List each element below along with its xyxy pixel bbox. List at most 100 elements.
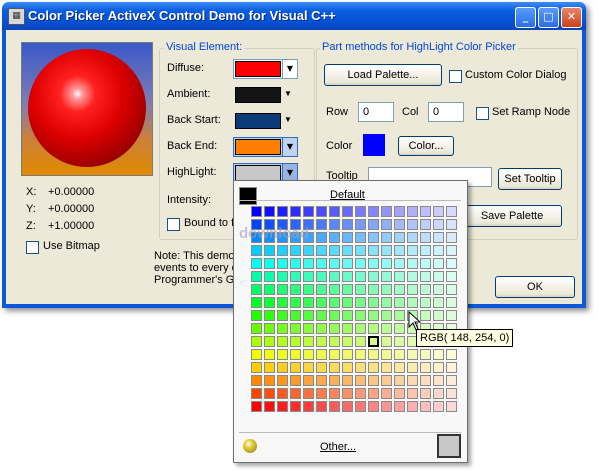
- color-cell[interactable]: [251, 258, 262, 269]
- color-cell[interactable]: [381, 206, 392, 217]
- color-cell[interactable]: [251, 206, 262, 217]
- minimize-button[interactable]: _: [515, 7, 536, 28]
- color-cell[interactable]: [407, 284, 418, 295]
- color-cell[interactable]: [420, 362, 431, 373]
- color-cell[interactable]: [355, 323, 366, 334]
- color-cell[interactable]: [381, 219, 392, 230]
- color-cell[interactable]: [303, 310, 314, 321]
- color-cell[interactable]: [381, 362, 392, 373]
- color-cell[interactable]: [355, 232, 366, 243]
- color-cell[interactable]: [446, 362, 457, 373]
- color-cell[interactable]: [329, 323, 340, 334]
- color-cell[interactable]: [303, 388, 314, 399]
- color-cell[interactable]: [446, 219, 457, 230]
- default-color-swatch[interactable]: [239, 187, 257, 205]
- color-cell[interactable]: [420, 401, 431, 412]
- color-cell[interactable]: [342, 349, 353, 360]
- color-cell[interactable]: [316, 310, 327, 321]
- back-start-dropdown-arrow[interactable]: ▼: [284, 115, 292, 124]
- color-cell[interactable]: [433, 349, 444, 360]
- color-cell[interactable]: [394, 284, 405, 295]
- color-cell[interactable]: [446, 206, 457, 217]
- color-cell[interactable]: [290, 375, 301, 386]
- color-cell[interactable]: [355, 388, 366, 399]
- color-cell[interactable]: [277, 258, 288, 269]
- color-cell[interactable]: [290, 349, 301, 360]
- color-cell[interactable]: [407, 219, 418, 230]
- color-cell[interactable]: [433, 258, 444, 269]
- color-cell[interactable]: [316, 206, 327, 217]
- color-cell[interactable]: [368, 245, 379, 256]
- color-cell[interactable]: [368, 297, 379, 308]
- color-cell[interactable]: [251, 310, 262, 321]
- color-cell[interactable]: [316, 258, 327, 269]
- color-cell[interactable]: [316, 232, 327, 243]
- color-button[interactable]: Color...: [398, 136, 454, 156]
- color-cell[interactable]: [394, 336, 405, 347]
- color-cell[interactable]: [342, 401, 353, 412]
- color-cell[interactable]: [303, 375, 314, 386]
- color-cell[interactable]: [394, 362, 405, 373]
- color-cell[interactable]: [303, 258, 314, 269]
- color-cell[interactable]: [368, 388, 379, 399]
- color-cell[interactable]: [381, 375, 392, 386]
- color-cell[interactable]: [264, 323, 275, 334]
- color-cell[interactable]: [433, 362, 444, 373]
- col-input[interactable]: 0: [428, 102, 464, 122]
- color-cell[interactable]: [446, 258, 457, 269]
- color-cell[interactable]: [277, 297, 288, 308]
- color-cell[interactable]: [446, 284, 457, 295]
- color-cell[interactable]: [381, 401, 392, 412]
- color-cell[interactable]: [316, 349, 327, 360]
- color-cell[interactable]: [342, 258, 353, 269]
- use-bitmap-checkbox[interactable]: [26, 241, 39, 254]
- color-cell[interactable]: [264, 245, 275, 256]
- color-cell[interactable]: [251, 284, 262, 295]
- color-cell[interactable]: [316, 245, 327, 256]
- color-cell[interactable]: [329, 388, 340, 399]
- color-cell[interactable]: [394, 388, 405, 399]
- color-cell[interactable]: [277, 206, 288, 217]
- color-cell[interactable]: [433, 284, 444, 295]
- color-cell[interactable]: [264, 284, 275, 295]
- color-cell[interactable]: [381, 323, 392, 334]
- back-end-picker[interactable]: [233, 137, 283, 157]
- color-cell[interactable]: [329, 401, 340, 412]
- maximize-button[interactable]: □: [538, 7, 559, 28]
- color-cell[interactable]: [433, 297, 444, 308]
- color-cell[interactable]: [329, 232, 340, 243]
- color-cell[interactable]: [407, 271, 418, 282]
- color-cell[interactable]: [316, 219, 327, 230]
- color-cell[interactable]: [303, 323, 314, 334]
- color-cell[interactable]: [367, 335, 380, 348]
- color-cell[interactable]: [355, 297, 366, 308]
- color-cell[interactable]: [368, 401, 379, 412]
- color-cell[interactable]: [394, 271, 405, 282]
- color-cell[interactable]: [407, 362, 418, 373]
- color-cell[interactable]: [290, 362, 301, 373]
- ambient-dropdown-arrow[interactable]: ▼: [284, 89, 292, 98]
- color-cell[interactable]: [368, 375, 379, 386]
- color-cell[interactable]: [277, 284, 288, 295]
- diffuse-dropdown-arrow[interactable]: ▼: [282, 59, 298, 79]
- color-cell[interactable]: [433, 206, 444, 217]
- color-cell[interactable]: [420, 206, 431, 217]
- color-cell[interactable]: [329, 375, 340, 386]
- color-cell[interactable]: [251, 297, 262, 308]
- color-cell[interactable]: [316, 336, 327, 347]
- color-cell[interactable]: [420, 219, 431, 230]
- color-cell[interactable]: [368, 271, 379, 282]
- color-cell[interactable]: [407, 401, 418, 412]
- color-cell[interactable]: [355, 401, 366, 412]
- color-cell[interactable]: [329, 219, 340, 230]
- color-cell[interactable]: [368, 258, 379, 269]
- color-cell[interactable]: [420, 375, 431, 386]
- load-palette-button[interactable]: Load Palette...: [324, 64, 442, 86]
- color-cell[interactable]: [342, 271, 353, 282]
- color-cell[interactable]: [290, 206, 301, 217]
- color-cell[interactable]: [316, 401, 327, 412]
- color-cell[interactable]: [394, 297, 405, 308]
- color-cell[interactable]: [368, 349, 379, 360]
- color-cell[interactable]: [342, 362, 353, 373]
- color-cell[interactable]: [316, 323, 327, 334]
